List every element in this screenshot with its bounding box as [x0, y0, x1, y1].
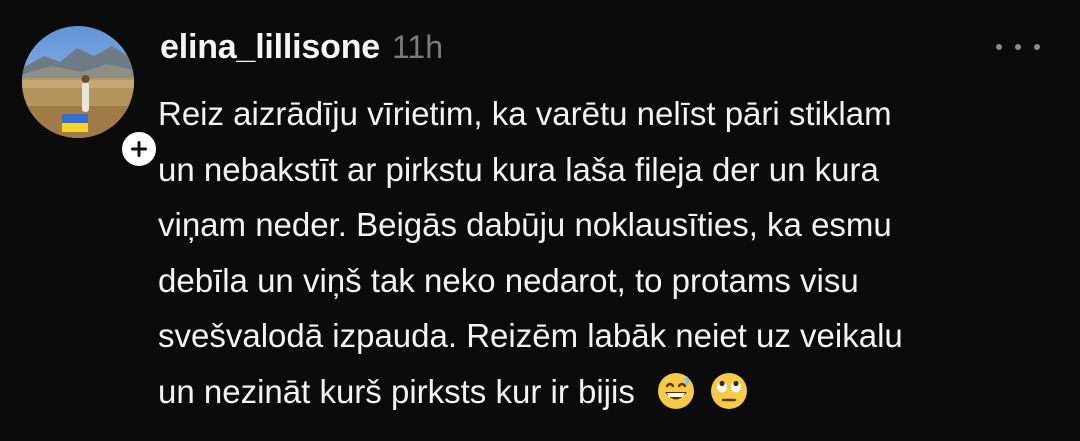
- post-text-last-line: un nezināt kurš pirksts kur ir bijis: [158, 364, 1058, 420]
- more-options-button[interactable]: [996, 38, 1040, 56]
- avatar-container[interactable]: [22, 26, 159, 169]
- avatar[interactable]: [22, 26, 134, 138]
- thread-post: elina_lillisone 11h Reiz aizrādīju vīrie…: [0, 0, 1080, 441]
- timestamp[interactable]: 11h: [392, 29, 443, 66]
- ukraine-flag-icon: [62, 114, 88, 132]
- post-text: Reiz aizrādīju vīrietim, ka varētu nelīs…: [158, 86, 1058, 419]
- post-text-line: un nezināt kurš pirksts kur ir bijis: [158, 372, 635, 410]
- post-text-line: viņam neder. Beigās dabūju noklausīties,…: [158, 206, 892, 243]
- follow-button[interactable]: [119, 129, 159, 169]
- post-text-line: Reiz aizrādīju vīrietim, ka varētu nelīs…: [158, 95, 892, 132]
- post-text-line: debīla un viņš tak neko nedarot, to prot…: [158, 261, 859, 299]
- username[interactable]: elina_lillisone: [160, 28, 380, 67]
- plus-icon: [131, 141, 147, 157]
- dot-icon: [1015, 44, 1021, 50]
- eye-roll-emoji-icon: [711, 372, 748, 409]
- post-text-line: un nebakstīt ar pirkstu kura laša fileja…: [158, 150, 879, 188]
- post-text-line: svešvalodā izpauda. Reizēm labāk neiet u…: [158, 317, 903, 354]
- dot-icon: [1034, 44, 1040, 50]
- grinning-sweat-emoji-icon: [658, 372, 694, 409]
- dot-icon: [996, 44, 1002, 50]
- post-header: elina_lillisone 11h: [160, 28, 443, 72]
